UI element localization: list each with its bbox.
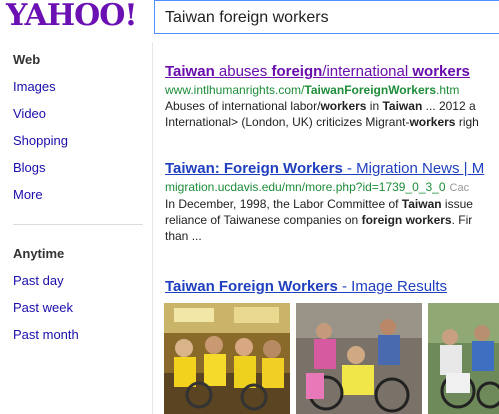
yahoo-logo[interactable]: YAHOO! bbox=[6, 0, 138, 33]
sidebar-item-shopping[interactable]: Shopping bbox=[13, 133, 68, 148]
sidebar-item-more[interactable]: More bbox=[13, 187, 43, 202]
image-results-title[interactable]: Taiwan Foreign Workers - Image Results bbox=[165, 278, 447, 295]
cache-link[interactable]: Cac bbox=[450, 182, 470, 194]
result-2-url[interactable]: migration.ucdavis.edu/mn/more.php?id=173… bbox=[165, 180, 469, 194]
sidebar-divider bbox=[13, 224, 143, 225]
time-filter-past-month[interactable]: Past month bbox=[13, 327, 79, 342]
header: YAHOO! bbox=[0, 0, 499, 42]
search-input[interactable] bbox=[165, 7, 495, 29]
sidebar-edge bbox=[152, 42, 153, 414]
time-filter-heading[interactable]: Anytime bbox=[13, 246, 64, 261]
image-thumbnail-1[interactable] bbox=[164, 303, 290, 414]
result-1-snippet-line1: Abuses of international labor/workers in… bbox=[165, 99, 476, 113]
time-filter-past-week[interactable]: Past week bbox=[13, 300, 73, 315]
sidebar: Web Images Video Shopping Blogs More Any… bbox=[0, 42, 152, 414]
result-2-title[interactable]: Taiwan: Foreign Workers - Migration News… bbox=[165, 160, 484, 177]
sidebar-item-web[interactable]: Web bbox=[13, 52, 40, 67]
time-filter-past-day[interactable]: Past day bbox=[13, 273, 64, 288]
result-2-snippet-line2: reliance of Taiwanese companies on forei… bbox=[165, 213, 473, 227]
result-2-snippet-line3: than ... bbox=[165, 229, 202, 243]
image-thumbnail-3[interactable] bbox=[428, 303, 499, 414]
result-1-title[interactable]: Taiwan abuses foreign/international work… bbox=[165, 63, 470, 80]
search-box[interactable] bbox=[154, 0, 499, 34]
result-2-snippet-line1: In December, 1998, the Labor Committee o… bbox=[165, 197, 473, 211]
image-thumbnail-2[interactable] bbox=[296, 303, 422, 414]
sidebar-item-video[interactable]: Video bbox=[13, 106, 46, 121]
result-1-url[interactable]: www.intlhumanrights.com/TaiwanForeignWor… bbox=[165, 83, 459, 97]
sidebar-item-blogs[interactable]: Blogs bbox=[13, 160, 46, 175]
result-1-snippet-line2: International> (London, UK) criticizes M… bbox=[165, 115, 479, 129]
sidebar-item-images[interactable]: Images bbox=[13, 79, 56, 94]
